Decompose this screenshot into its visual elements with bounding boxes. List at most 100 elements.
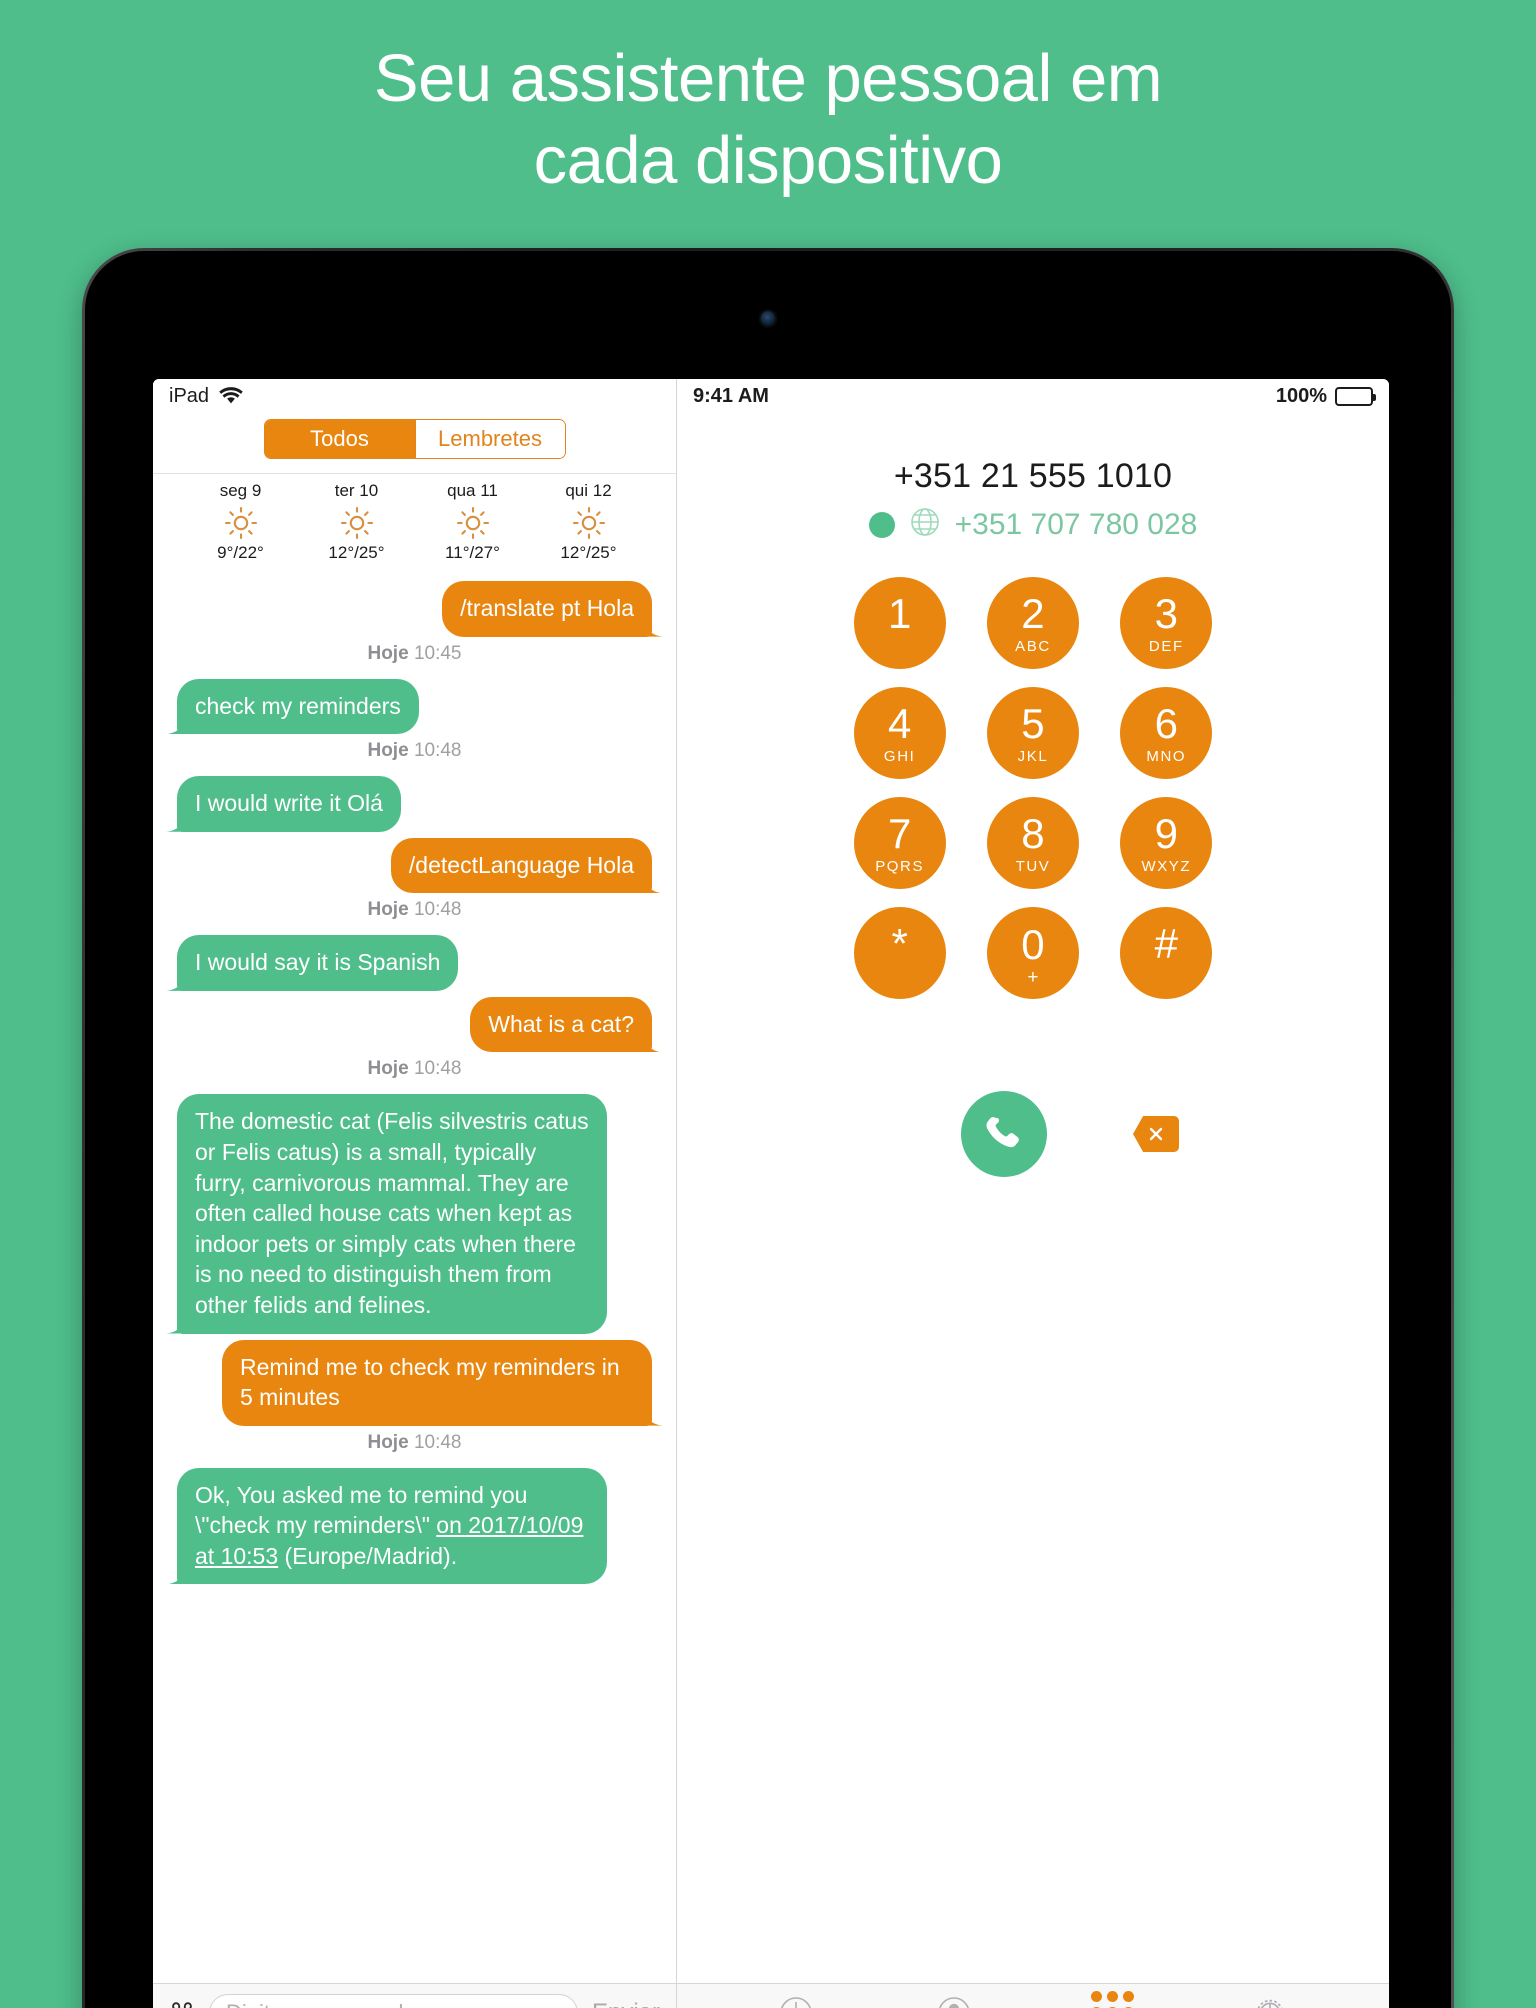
message-timestamp: Hoje 10:48 xyxy=(367,1058,462,1080)
assistant-chat-pane: iPad Todos Lembretes seg 9 9°/22° ter 10… xyxy=(153,379,677,2008)
dialpad-key-star[interactable]: * xyxy=(853,907,946,999)
message-row: /translate pt Hola xyxy=(167,581,662,637)
ipad-device-frame: iPad Todos Lembretes seg 9 9°/22° ter 10… xyxy=(82,248,1454,2008)
dialpad-key-0[interactable]: 0 + xyxy=(986,907,1079,999)
filter-segmented-control[interactable]: Todos Lembretes xyxy=(153,413,676,473)
weather-day-label: qui 12 xyxy=(565,481,612,500)
sun-icon xyxy=(309,506,405,540)
dialpad-key-9[interactable]: 9 WXYZ xyxy=(1120,797,1213,889)
tab-keypad[interactable] xyxy=(1082,1991,1142,2008)
message-bubble-incoming[interactable]: I would write it Olá xyxy=(177,776,401,832)
dialpad-key-hash[interactable]: # xyxy=(1120,907,1213,999)
dialpad-key-digit: 5 xyxy=(1021,699,1045,747)
dialpad-key-letters: GHI xyxy=(883,747,916,765)
headline-line-1: Seu assistente pessoal em xyxy=(373,41,1163,116)
message-timestamp: Hoje 10:48 xyxy=(367,899,462,921)
dialpad-key-letters: + xyxy=(1027,966,1039,988)
sun-icon xyxy=(541,506,637,540)
call-button[interactable] xyxy=(961,1091,1047,1177)
battery-percent-label: 100% xyxy=(1275,384,1327,407)
dialpad-key-digit: 2 xyxy=(1021,589,1045,637)
dialpad-key-digit: 3 xyxy=(1154,589,1178,637)
message-row: I would write it Olá xyxy=(167,776,662,832)
dialpad-key-5[interactable]: 5 JKL xyxy=(986,687,1079,779)
message-link[interactable]: on 2017/10/09 at 10:53 xyxy=(195,1512,583,1569)
message-row: The domestic cat (Felis silvestris catus… xyxy=(167,1094,662,1334)
message-row: Ok, You asked me to remind you \"check m… xyxy=(167,1467,662,1585)
dialpad-key-8[interactable]: 8 TUV xyxy=(986,797,1079,889)
message-timestamp: Hoje 10:48 xyxy=(367,740,462,762)
dialpad-key-letters: MNO xyxy=(1146,747,1187,765)
weather-day-label: qua 11 xyxy=(447,481,498,500)
command-key-icon[interactable]: ⌘ xyxy=(169,2000,195,2008)
battery-indicator: 100% xyxy=(1275,384,1376,408)
message-bubble-outgoing[interactable]: What is a cat? xyxy=(470,996,652,1053)
tab-contacts[interactable] xyxy=(924,1991,984,2008)
weather-day-label: seg 9 xyxy=(219,481,262,500)
message-row: What is a cat? xyxy=(167,996,662,1053)
tab-settings[interactable] xyxy=(1240,1991,1300,2008)
device-name-label: iPad xyxy=(169,384,210,407)
segment-lembretes[interactable]: Lembretes xyxy=(414,420,565,458)
weather-day-column: qua 11 11°/27° xyxy=(425,481,521,563)
message-row: Remind me to check my reminders in 5 min… xyxy=(167,1339,662,1426)
dialpad-key-digit: 6 xyxy=(1154,699,1178,747)
dialed-number: +351 21 555 1010 xyxy=(893,457,1173,495)
caller-id-row[interactable]: +351 707 780 028 xyxy=(677,506,1389,543)
backspace-button[interactable] xyxy=(1133,1116,1179,1152)
page-title: Seu assistente pessoal em cada dispositi… xyxy=(0,38,1536,201)
weather-forecast-strip: seg 9 9°/22° ter 10 12°/25° qua 11 11°/27°… xyxy=(153,473,676,573)
message-bubble-outgoing[interactable]: Remind me to check my reminders in 5 min… xyxy=(222,1339,652,1426)
dialpad-key-digit: 4 xyxy=(887,699,912,747)
dialer-tab-bar xyxy=(677,1983,1389,2008)
weather-temp-label: 12°/25° xyxy=(328,543,385,562)
dialpad-key-4[interactable]: 4 GHI xyxy=(853,687,946,779)
dialpad-key-digit: 8 xyxy=(1021,809,1045,857)
weather-day-column: seg 9 9°/22° xyxy=(193,481,289,563)
weather-day-column: qui 12 12°/25° xyxy=(541,481,637,563)
message-bubble-incoming[interactable]: The domestic cat (Felis silvestris catus… xyxy=(177,1094,607,1334)
dialpad-key-letters: DEF xyxy=(1148,637,1184,655)
headline-line-2: cada dispositivo xyxy=(533,122,1003,198)
globe-icon xyxy=(909,506,941,543)
tab-recents[interactable] xyxy=(766,1991,826,2008)
send-button[interactable]: Enviar xyxy=(592,1999,660,2008)
battery-full-icon xyxy=(1335,386,1376,406)
message-bubble-incoming[interactable]: I would say it is Spanish xyxy=(177,935,459,991)
weather-day-label: ter 10 xyxy=(334,481,379,500)
weather-day-column: ter 10 12°/25° xyxy=(309,481,405,563)
dialpad-key-digit: 1 xyxy=(887,589,912,637)
message-row: /detectLanguage Hola xyxy=(167,837,662,894)
sun-icon xyxy=(425,506,521,540)
right-status-bar: 9:41 AM 100% xyxy=(677,379,1389,413)
message-bubble-incoming[interactable]: check my reminders xyxy=(177,678,419,735)
dialpad-key-digit: # xyxy=(1154,919,1178,967)
dialpad-key-6[interactable]: 6 MNO xyxy=(1120,687,1213,779)
message-row: check my reminders xyxy=(167,678,662,735)
front-camera-icon xyxy=(760,311,776,326)
caller-id-number[interactable]: +351 707 780 028 xyxy=(955,508,1198,542)
message-row: I would say it is Spanish xyxy=(167,935,662,991)
message-bubble-outgoing[interactable]: /detectLanguage Hola xyxy=(390,837,652,894)
dialpad-key-3[interactable]: 3 DEF xyxy=(1120,577,1213,669)
dialpad-key-7[interactable]: 7 PQRS xyxy=(853,797,946,889)
segment-todos[interactable]: Todos xyxy=(264,420,415,458)
dialpad-key-2[interactable]: 2 ABC xyxy=(986,577,1079,669)
keypad-dots-icon xyxy=(1090,1991,1134,2008)
wifi-icon xyxy=(219,387,243,405)
online-dot-icon xyxy=(868,511,895,538)
command-input[interactable]: Digite um comando... xyxy=(209,1993,578,2008)
message-bubble-incoming[interactable]: Ok, You asked me to remind you \"check m… xyxy=(177,1467,607,1585)
sun-icon xyxy=(193,506,289,540)
clock-label: 9:41 AM xyxy=(693,384,769,407)
dialpad: 1 2 ABC 3 DEF 4 GHI 5 JKL 6 MNO 7 PQRS 8 TUV 9 xyxy=(833,577,1233,999)
dialpad-key-letters: PQRS xyxy=(875,857,925,875)
dialer-pane: 9:41 AM 100% +351 21 555 1010 +351 707 7… xyxy=(677,379,1389,2008)
dialpad-key-1[interactable]: 1 xyxy=(853,577,946,669)
device-bezel: iPad Todos Lembretes seg 9 9°/22° ter 10… xyxy=(85,251,1451,2008)
message-list: /translate pt Hola Hoje 10:45 check my rem… xyxy=(153,573,676,1983)
message-composer: ⌘ Digite um comando... Enviar xyxy=(153,1983,676,2008)
dialpad-key-letters: TUV xyxy=(1015,857,1051,875)
message-bubble-outgoing[interactable]: /translate pt Hola xyxy=(442,581,652,637)
weather-temp-label: 9°/22° xyxy=(217,543,264,562)
